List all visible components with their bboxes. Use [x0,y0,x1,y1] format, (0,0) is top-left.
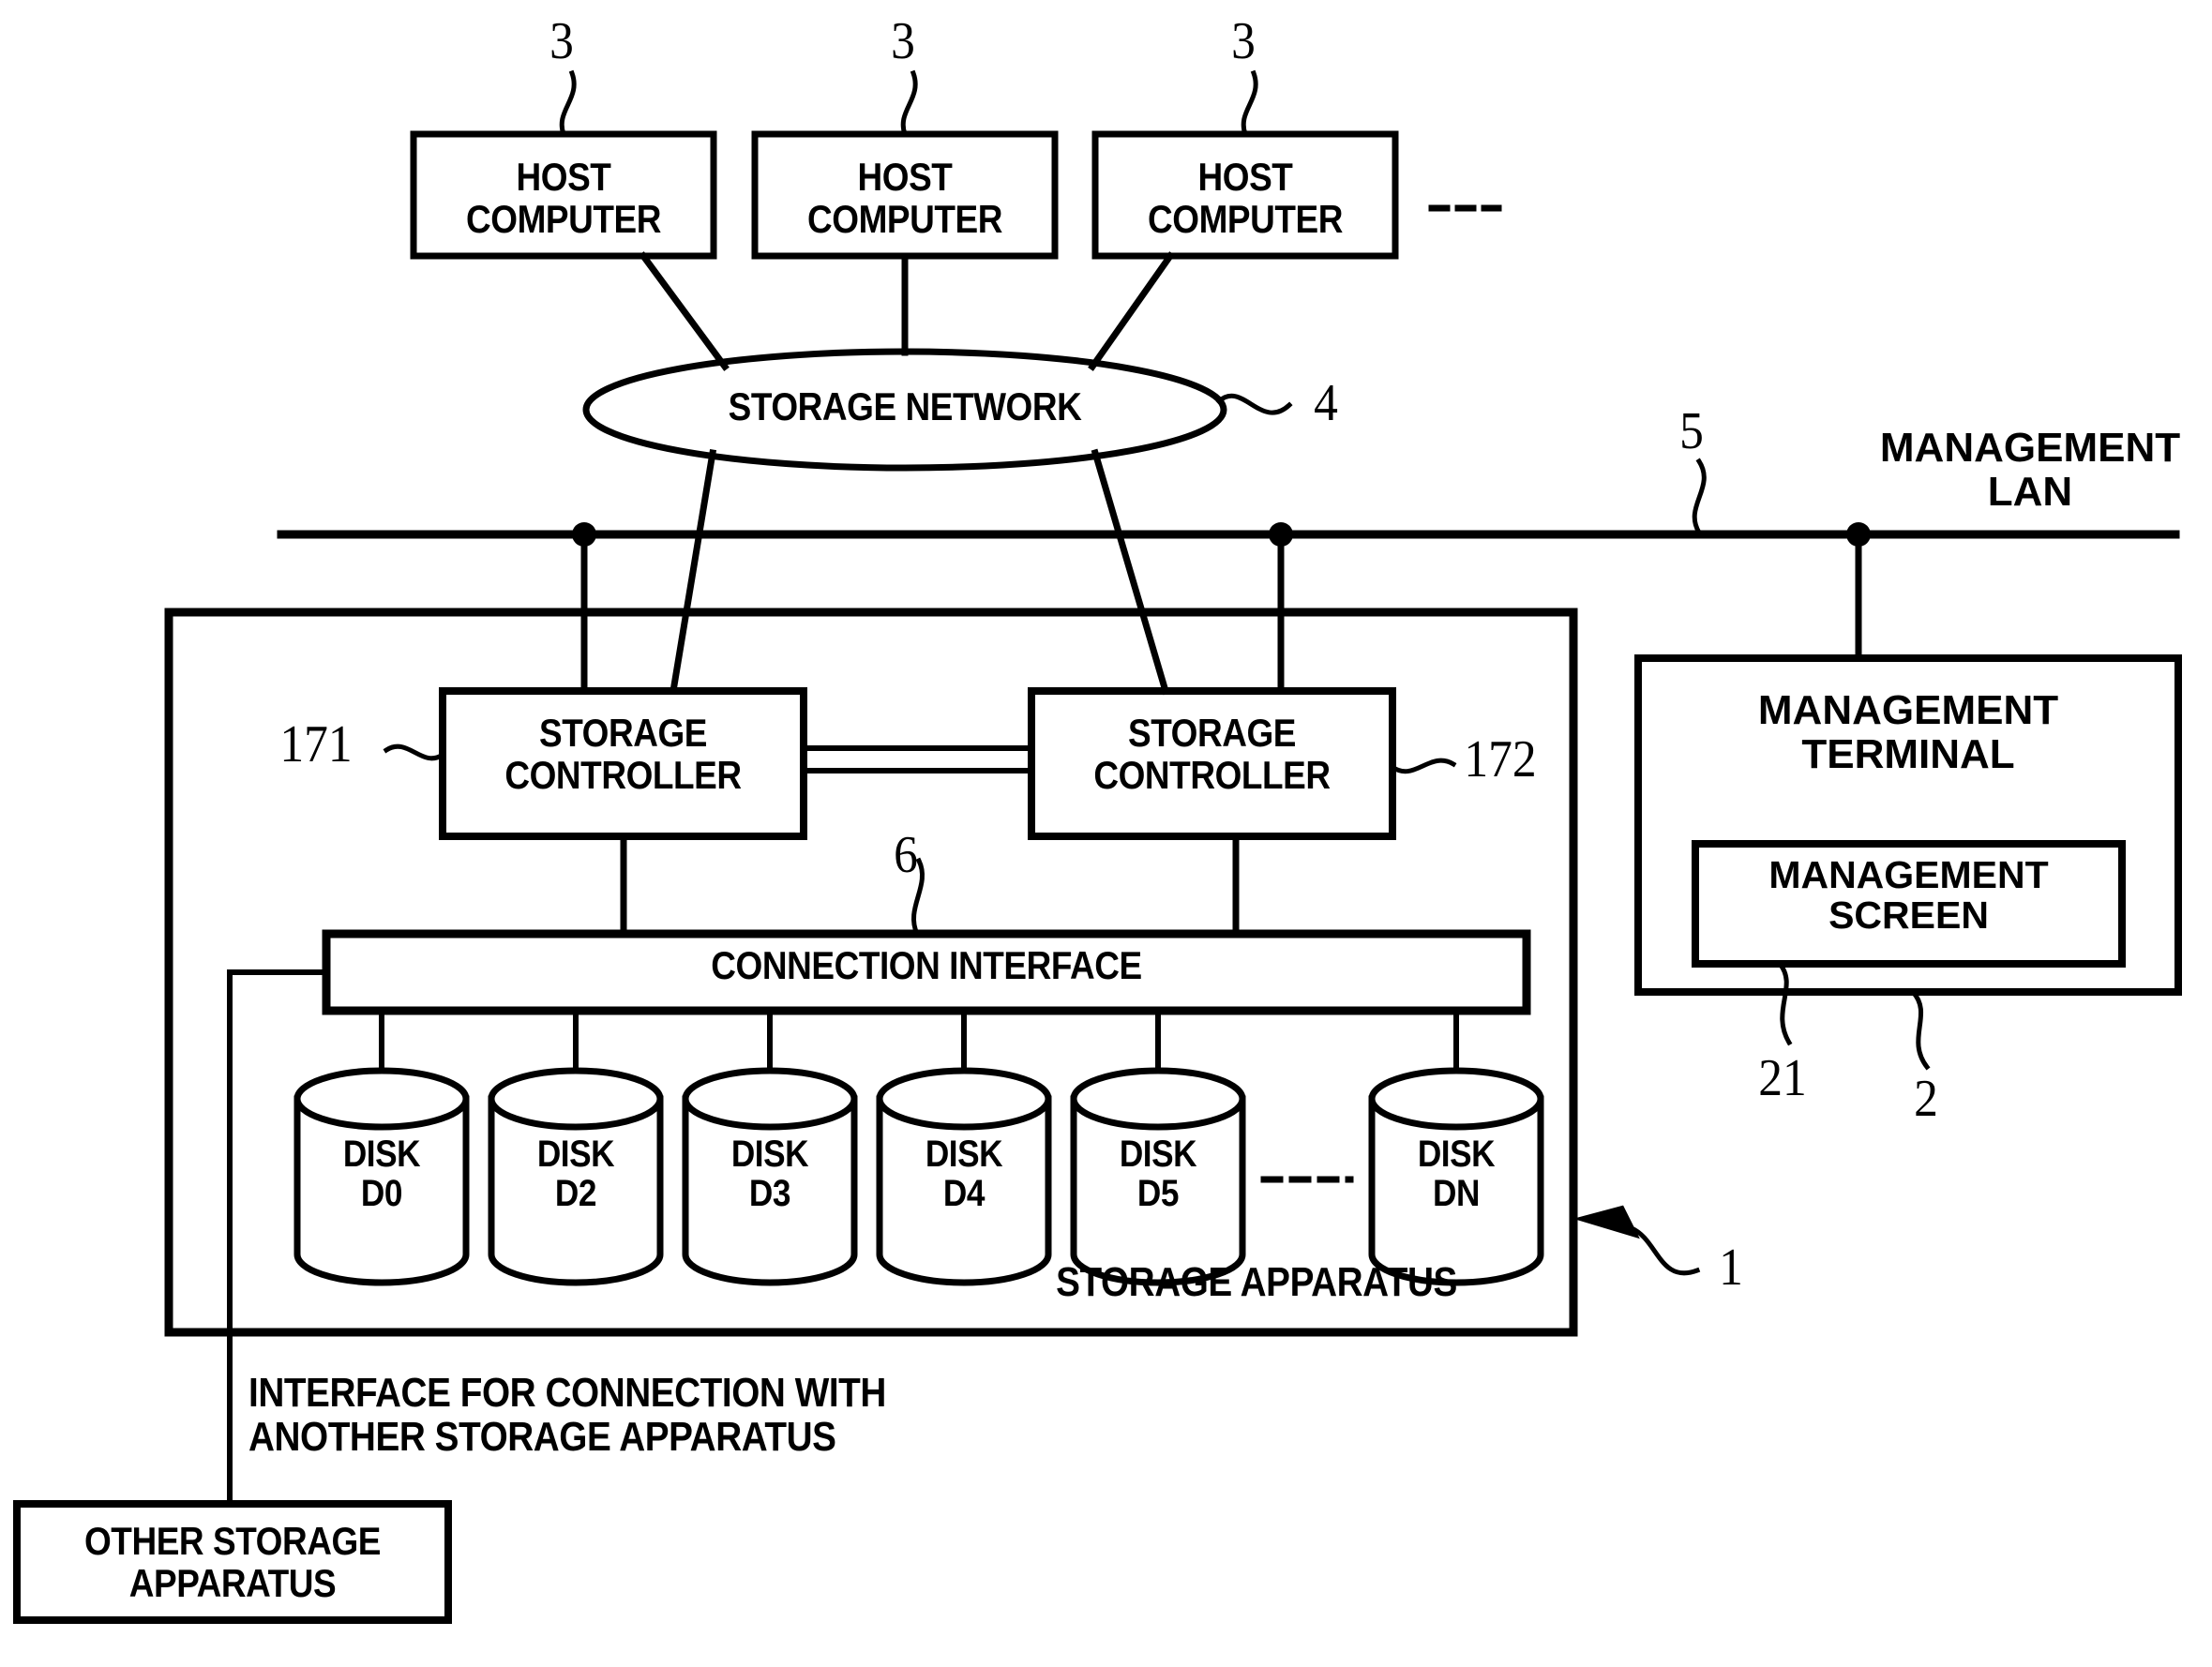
leader-squiggle-apparatus [1628,1224,1701,1276]
patent-figure-canvas: HOST COMPUTER HOST COMPUTER HOST COMPUTE… [0,0,2212,1667]
management-screen-label: MANAGEMENT SCREEN [1768,853,2049,938]
ref-number-controller-171: 171 [279,715,353,773]
leader-squiggle-2 [1909,988,1931,1071]
leader-squiggle-host-2 [900,69,918,138]
network-link-controller-171 [669,448,717,696]
leader-squiggle-171 [383,743,446,761]
apparatus-arrowhead [1572,1205,1640,1239]
network-link-controller-172 [1091,448,1170,696]
external-interface-caption: INTERFACE FOR CONNECTION WITH ANOTHER ST… [248,1370,886,1460]
leader-squiggle-21 [1776,960,1793,1046]
leader-squiggle-host-3 [1241,69,1258,138]
leader-squiggle-network [1215,393,1293,415]
ref-number-network: 4 [1314,374,1338,432]
leader-squiggle-host-1 [559,69,577,138]
host-computer-label-1: HOST COMPUTER [466,155,661,241]
storage-controller-label-171: STORAGE CONTROLLER [504,711,742,797]
disk-label-3: DISK D3 [730,1134,809,1215]
other-storage-apparatus-label: OTHER STORAGE APPARATUS [83,1519,382,1605]
management-lan-label: MANAGEMENT LAN [1879,425,2181,515]
ref-number-controller-172: 172 [1464,730,1537,788]
ref-number-host-2: 3 [891,12,915,70]
ref-number-management-screen: 21 [1758,1049,1807,1107]
connection-interface-label: CONNECTION INTERFACE [711,943,1142,987]
disk-label-1: DISK D0 [342,1134,421,1215]
storage-network-label: STORAGE NETWORK [728,384,1082,428]
link-host1-network [639,251,730,371]
host-computer-label-3: HOST COMPUTER [1148,155,1343,241]
ref-number-management-terminal: 2 [1914,1070,1938,1128]
host-computer-label-2: HOST COMPUTER [807,155,1002,241]
ref-number-lan: 5 [1679,402,1704,460]
storage-controller-label-172: STORAGE CONTROLLER [1093,711,1331,797]
leader-squiggle-lan [1692,458,1707,536]
disk-label-2: DISK D2 [536,1134,615,1215]
disk-label-4: DISK D4 [925,1134,1003,1215]
ref-number-host-3: 3 [1231,12,1256,70]
management-terminal-label: MANAGEMENT TERMINAL [1757,687,2059,777]
leader-squiggle-172 [1389,758,1457,774]
link-host3-network [1088,251,1175,371]
ref-number-storage-apparatus: 1 [1719,1239,1743,1297]
ref-number-connection-interface: 6 [894,826,918,884]
disk-label-n: DISK DN [1417,1134,1496,1215]
ref-number-host-1: 3 [549,12,574,70]
storage-apparatus-label: STORAGE APPARATUS [1056,1259,1457,1305]
disk-label-5: DISK D5 [1119,1134,1197,1215]
